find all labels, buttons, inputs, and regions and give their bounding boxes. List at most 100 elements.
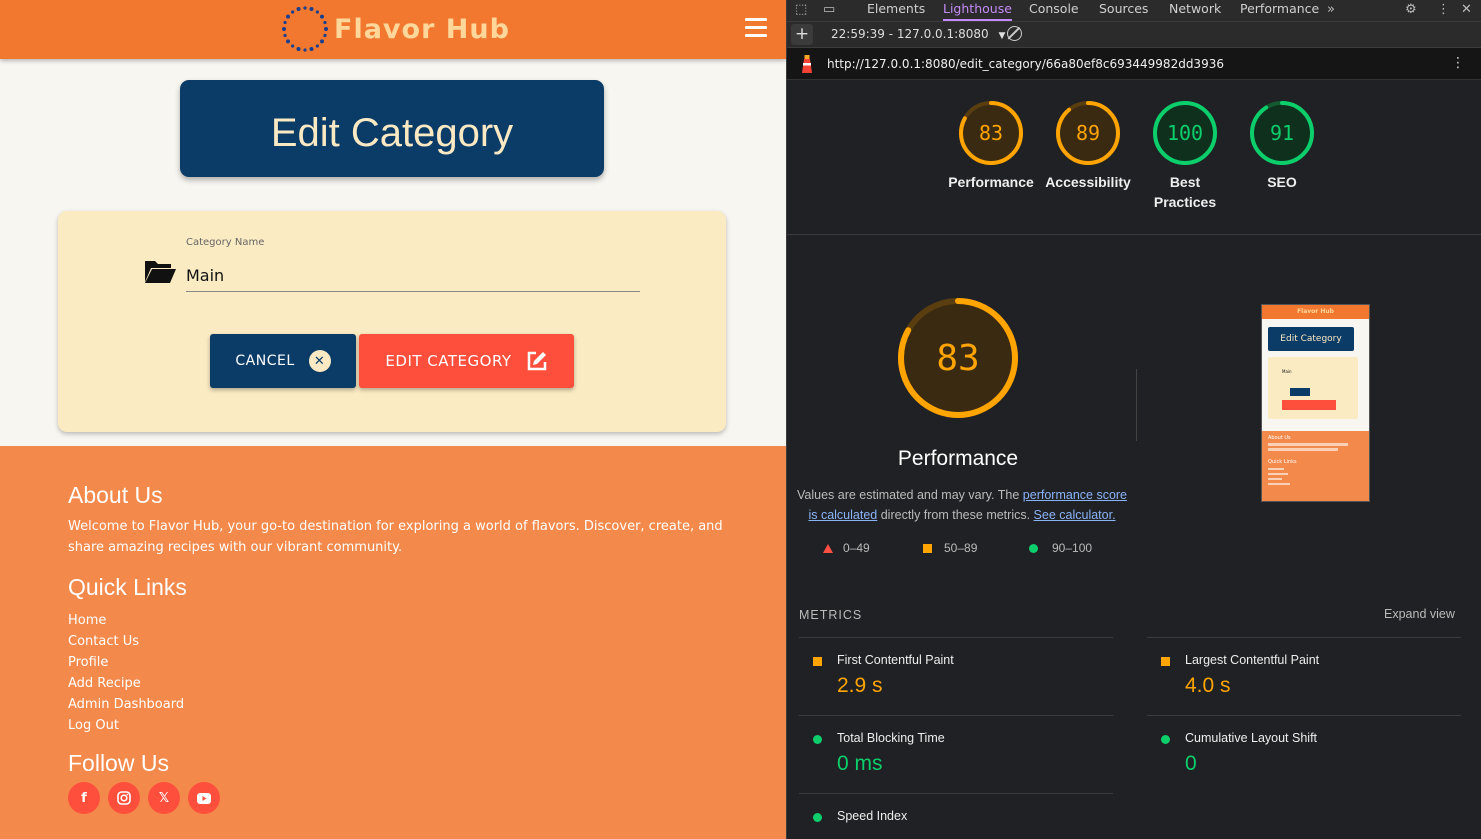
- gauge-accessibility[interactable]: 89 Accessibility: [1042, 100, 1134, 192]
- page-title: Edit Category: [270, 111, 514, 155]
- logo-dots-icon: [282, 6, 328, 52]
- logo-dot: [309, 46, 314, 51]
- performance-big-gauge: 83: [898, 298, 1018, 418]
- legend-pass: 90–100: [1029, 541, 1092, 555]
- status-average-icon: [1161, 657, 1170, 666]
- metric-item: Cumulative Layout Shift 0: [1147, 715, 1461, 793]
- logo-dot: [286, 14, 291, 19]
- tab-lighthouse[interactable]: Lighthouse: [943, 1, 1012, 21]
- thumb-brand: Flavor Hub: [1262, 305, 1369, 319]
- tab-network[interactable]: Network: [1169, 1, 1221, 16]
- metric-value: 4.0 s: [1185, 674, 1231, 697]
- logo-dot: [283, 33, 287, 38]
- logo-dot: [296, 46, 301, 51]
- performance-description: Values are estimated and may vary. The p…: [795, 485, 1129, 525]
- footer-link-add-recipe[interactable]: Add Recipe: [68, 673, 184, 694]
- metric-value: 0 ms: [837, 752, 883, 775]
- device-toolbar-icon[interactable]: ▭: [823, 2, 835, 17]
- tab-performance[interactable]: Performance: [1240, 1, 1319, 16]
- legend-fail: 0–49: [823, 541, 870, 555]
- logo-dot: [323, 33, 327, 38]
- lighthouse-logo-icon: [802, 55, 812, 73]
- status-average-icon: [813, 657, 822, 666]
- legend-pass-label: 90–100: [1052, 541, 1093, 555]
- footer-link-logout[interactable]: Log Out: [68, 715, 184, 736]
- facebook-icon[interactable]: f: [68, 782, 100, 814]
- svg-text:89: 89: [1076, 121, 1100, 145]
- see-calculator-link[interactable]: See calculator.: [1034, 508, 1116, 522]
- gauge-best-practices-label: Best Practices: [1153, 174, 1217, 210]
- tab-sources[interactable]: Sources: [1099, 1, 1148, 16]
- quick-links-list: Home Contact Us Profile Add Recipe Admin…: [68, 610, 184, 736]
- metrics-heading: METRICS: [799, 608, 863, 622]
- page-screenshot-thumbnail[interactable]: Flavor Hub Edit Category Main About Us Q…: [1261, 304, 1370, 502]
- metric-item: Largest Contentful Paint 4.0 s: [1147, 637, 1461, 715]
- logo-dot: [303, 6, 307, 10]
- brand-logo[interactable]: Flavor Hub: [334, 14, 510, 45]
- footer-link-contact[interactable]: Contact Us: [68, 631, 184, 652]
- gauge-seo-label: SEO: [1267, 174, 1297, 190]
- legend-average: 50–89: [923, 541, 977, 555]
- status-pass-icon: [1161, 735, 1170, 744]
- new-report-button[interactable]: +: [791, 24, 813, 45]
- follow-heading: Follow Us: [68, 750, 169, 776]
- edit-category-button[interactable]: EDIT CATEGORY: [359, 334, 574, 388]
- devtools-tab-bar: ⬚ ▭ Elements Lighthouse Console Sources …: [787, 0, 1481, 22]
- metric-name: Largest Contentful Paint: [1185, 653, 1320, 667]
- metric-item: Total Blocking Time 0 ms: [799, 715, 1113, 793]
- inspect-element-icon[interactable]: ⬚: [795, 2, 807, 17]
- metric-value: 2.9 s: [837, 674, 883, 697]
- youtube-icon[interactable]: [188, 782, 220, 814]
- page-title-card: Edit Category: [180, 80, 604, 177]
- logo-dot: [286, 39, 291, 44]
- footer-link-admin-dashboard[interactable]: Admin Dashboard: [68, 694, 184, 715]
- expand-view-button[interactable]: Expand view: [1384, 607, 1455, 621]
- performance-big-label: Performance: [897, 447, 1019, 470]
- chevron-down-icon: ▼: [998, 31, 1006, 41]
- category-name-input[interactable]: [186, 260, 640, 292]
- gauge-seo[interactable]: 91 SEO: [1236, 100, 1328, 192]
- desc-prefix: Values are estimated and may vary. The: [796, 488, 1023, 502]
- footer-link-home[interactable]: Home: [68, 610, 184, 631]
- desc-mid: directly from these metrics.: [877, 508, 1034, 522]
- report-menu-icon[interactable]: ⋮: [1451, 55, 1465, 71]
- summary-divider: [1136, 369, 1137, 441]
- footer-link-profile[interactable]: Profile: [68, 652, 184, 673]
- close-circle-icon: ✕: [308, 350, 331, 372]
- about-text: Welcome to Flavor Hub, your go-to destin…: [68, 519, 723, 555]
- metric-value: 0: [1185, 752, 1197, 775]
- gauge-performance[interactable]: 83 Performance: [945, 100, 1037, 192]
- edit-pencil-icon: [527, 351, 546, 371]
- tab-console[interactable]: Console: [1029, 1, 1079, 16]
- more-options-icon[interactable]: ⋮: [1437, 2, 1450, 17]
- metric-name: Speed Index: [837, 809, 908, 823]
- devtools-panel: ⬚ ▭ Elements Lighthouse Console Sources …: [786, 0, 1481, 839]
- lighthouse-toolbar: + 22:59:39 - 127.0.0.1:8080 ▼: [787, 22, 1481, 48]
- category-name-label: Category Name: [186, 237, 265, 248]
- report-select[interactable]: 22:59:39 - 127.0.0.1:8080 ▼: [831, 27, 1005, 41]
- metric-item: Speed Index: [799, 793, 1113, 839]
- settings-gear-icon[interactable]: ⚙: [1405, 2, 1417, 17]
- logo-dot: [291, 44, 295, 48]
- logo-dot: [296, 7, 301, 12]
- gauge-best-practices[interactable]: 100 Best Practices: [1139, 100, 1231, 212]
- x-icon[interactable]: 𝕏: [148, 782, 180, 814]
- instagram-icon[interactable]: [108, 782, 140, 814]
- flavor-hub-page: Flavor Hub Edit Category Category Name C…: [0, 0, 786, 839]
- clear-reports-icon[interactable]: [1007, 26, 1022, 41]
- cancel-button[interactable]: CANCEL ✕: [210, 334, 356, 388]
- gauge-accessibility-label: Accessibility: [1045, 174, 1131, 190]
- close-devtools-icon[interactable]: ✕: [1461, 2, 1472, 17]
- site-footer: About Us Welcome to Flavor Hub, your go-…: [0, 446, 786, 839]
- logo-dot: [323, 20, 327, 25]
- logo-dot: [324, 27, 328, 31]
- score-gauges: 83 Performance 89 Accessibility 100 Best…: [787, 80, 1481, 235]
- logo-dot: [319, 14, 324, 19]
- tab-elements[interactable]: Elements: [867, 1, 925, 16]
- gauge-performance-label: Performance: [948, 174, 1034, 190]
- more-tabs-icon[interactable]: »: [1327, 2, 1335, 17]
- performance-summary: 83 Performance Values are estimated and …: [787, 235, 1481, 595]
- report-url[interactable]: http://127.0.0.1:8080/edit_category/66a8…: [827, 57, 1224, 71]
- hamburger-menu-icon[interactable]: [745, 18, 767, 38]
- logo-dot: [309, 7, 314, 12]
